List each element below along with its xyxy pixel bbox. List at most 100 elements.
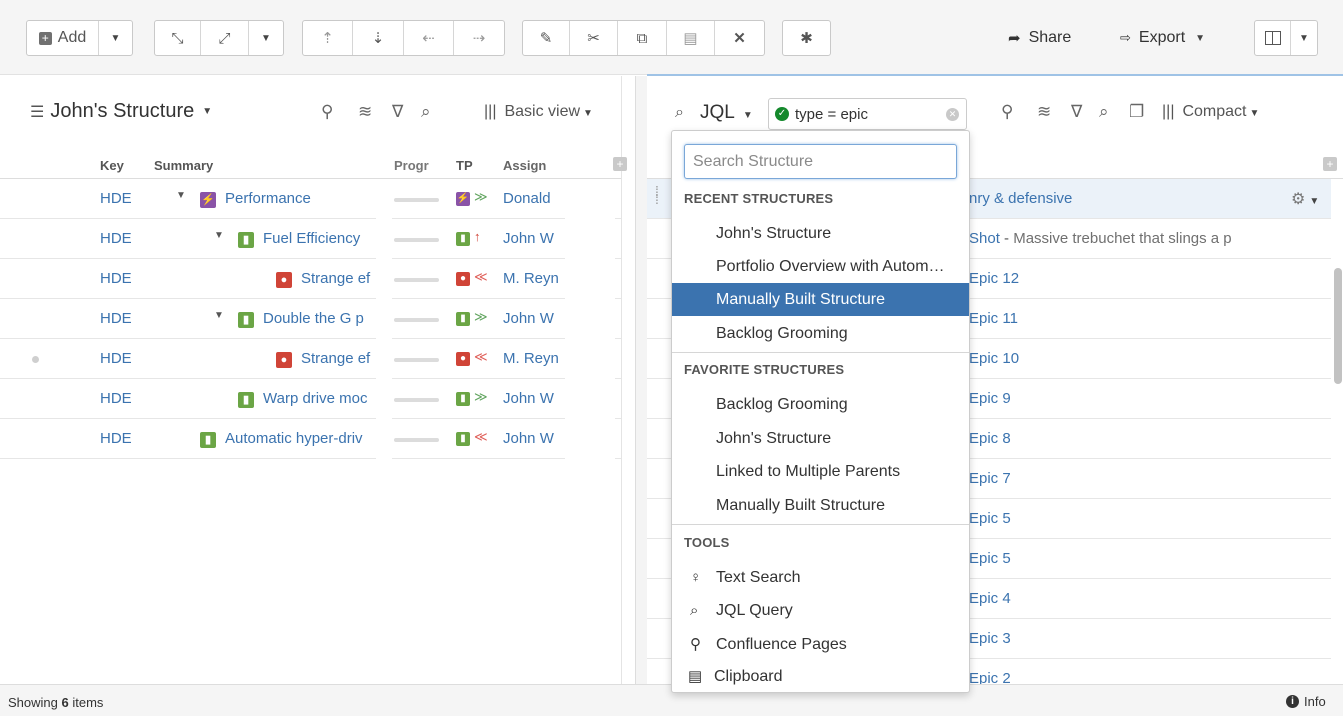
assignee[interactable]: John W — [503, 310, 565, 327]
drag-handle-icon[interactable]: ⁞ ⁞ — [655, 184, 659, 206]
item-title[interactable]: Epic 5 — [969, 550, 1011, 567]
left-view-selector[interactable]: ||| Basic view ▼ — [484, 103, 593, 121]
layers-icon[interactable]: ≋ — [1037, 102, 1051, 122]
issue-summary[interactable]: Strange ef — [301, 350, 370, 367]
jql-mode-selector[interactable]: JQL ▼ — [700, 102, 753, 124]
assignee[interactable]: Donald — [503, 190, 565, 207]
dropdown-item[interactable]: Linked to Multiple Parents — [672, 455, 969, 488]
window-icon[interactable]: ❐ — [1129, 102, 1144, 122]
item-title[interactable]: Epic 12 — [969, 270, 1019, 287]
table-row[interactable]: HDE ▮ Warp drive moc ▮ ≫ John W — [0, 379, 621, 419]
move-right-button[interactable]: ⇢ — [454, 21, 504, 55]
assignee[interactable]: M. Reyn — [503, 270, 565, 287]
dropdown-item[interactable]: Backlog Grooming — [672, 317, 969, 350]
pin-icon[interactable]: ⚲ — [1001, 102, 1013, 122]
tool-confluence-pages[interactable]: ⚲ Confluence Pages — [672, 628, 969, 661]
table-row[interactable]: HDE ● Strange ef ● ≪ M. Reyn — [0, 339, 621, 379]
share-button[interactable]: ➦ Share — [1008, 20, 1071, 56]
issue-key[interactable]: HDE — [100, 270, 132, 287]
add-column-icon[interactable]: + — [1323, 157, 1337, 171]
right-view-selector[interactable]: ||| Compact ▼ — [1162, 103, 1259, 121]
issue-key[interactable]: HDE — [100, 350, 132, 367]
layout-menu-button[interactable]: ▼ — [1291, 21, 1317, 55]
column-tp[interactable]: TP — [456, 158, 473, 173]
chevron-down-icon[interactable]: ▼ — [214, 230, 224, 241]
column-progress[interactable]: Progr — [394, 158, 429, 173]
gear-icon[interactable]: ⚙ ▼ — [1291, 189, 1319, 209]
item-title[interactable]: Epic 4 — [969, 590, 1011, 607]
issue-summary[interactable]: Fuel Efficiency — [263, 230, 360, 247]
layers-icon[interactable]: ≋ — [358, 102, 372, 122]
move-up-button[interactable]: ⇡ — [303, 21, 353, 55]
issue-summary[interactable]: Strange ef — [301, 270, 370, 287]
split-view-button[interactable] — [1255, 21, 1291, 55]
table-row[interactable]: HDE ▮ Automatic hyper-driv ▮ ≪ John W — [0, 419, 621, 459]
dropdown-item[interactable]: John's Structure — [672, 217, 969, 250]
issue-summary[interactable]: Double the G p — [263, 310, 364, 327]
item-title[interactable]: Epic 7 — [969, 470, 1011, 487]
tool-text-search[interactable]: ♀ Text Search — [672, 561, 969, 594]
table-row[interactable]: HDE ▼ ▮ Double the G p ▮ ≫ John W — [0, 299, 621, 339]
dropdown-item[interactable]: Portfolio Overview with Autom… — [672, 250, 969, 283]
item-title[interactable]: Epic 9 — [969, 390, 1011, 407]
expand-button[interactable]: ⤡ — [155, 21, 201, 55]
chevron-down-icon[interactable]: ▼ — [176, 190, 186, 201]
item-title[interactable]: Epic 8 — [969, 430, 1011, 447]
pin-icon[interactable]: ⚲ — [321, 102, 333, 122]
dropdown-item-selected[interactable]: Manually Built Structure — [672, 283, 969, 316]
collapse-button[interactable]: ⤢ — [201, 21, 249, 55]
right-scrollbar[interactable] — [1334, 268, 1342, 384]
jql-query-input[interactable]: ✓ type = epic ✕ — [768, 98, 967, 130]
item-title[interactable]: Epic 11 — [969, 310, 1018, 327]
copy-button[interactable]: ⧉ — [618, 21, 667, 55]
assignee[interactable]: John W — [503, 230, 565, 247]
column-key[interactable]: Key — [100, 158, 124, 173]
assignee[interactable]: M. Reyn — [503, 350, 565, 367]
item-title[interactable]: Epic 5 — [969, 510, 1011, 527]
table-row[interactable]: HDE ▼ ▮ Fuel Efficiency ▮ ↑ John W — [0, 219, 621, 259]
clear-icon[interactable]: ✕ — [946, 108, 959, 121]
dropdown-item[interactable]: Backlog Grooming — [672, 388, 969, 421]
paste-button[interactable]: ▤ — [667, 21, 715, 55]
assignee[interactable]: John W — [503, 390, 565, 407]
filter-icon[interactable]: ∇ — [1071, 102, 1082, 122]
issue-key[interactable]: HDE — [100, 390, 132, 407]
tool-clipboard[interactable]: ▤ Clipboard — [672, 660, 969, 692]
tool-jql-query[interactable]: ⌕ JQL Query — [672, 594, 969, 627]
issue-key[interactable]: HDE — [100, 310, 132, 327]
automation-button[interactable]: ✱ — [783, 21, 830, 55]
search-icon[interactable]: ⌕ — [1099, 102, 1109, 122]
table-row[interactable]: HDE ● Strange ef ● ≪ M. Reyn — [0, 259, 621, 299]
item-title[interactable]: nry & defensive — [969, 190, 1072, 207]
issue-key[interactable]: HDE — [100, 430, 132, 447]
search-icon[interactable]: ⌕ — [421, 102, 431, 122]
structure-search-input[interactable] — [684, 144, 957, 179]
add-menu-button[interactable]: ▼ — [99, 21, 132, 55]
item-title[interactable]: Epic 10 — [969, 350, 1019, 367]
dropdown-item[interactable]: Manually Built Structure — [672, 489, 969, 522]
move-down-button[interactable]: ⇣ — [353, 21, 404, 55]
panel-divider[interactable] — [636, 76, 647, 684]
add-column-icon[interactable]: + — [613, 157, 627, 171]
issue-key[interactable]: HDE — [100, 190, 132, 207]
move-left-button[interactable]: ⇠ — [404, 21, 454, 55]
dropdown-item[interactable]: John's Structure — [672, 422, 969, 455]
export-button[interactable]: ⇨ Export ▼ — [1120, 20, 1205, 56]
cut-button[interactable]: ✂ — [570, 21, 618, 55]
info-button[interactable]: i Info — [1286, 694, 1326, 709]
chevron-down-icon[interactable]: ▼ — [214, 310, 224, 321]
table-row[interactable]: HDE ▼ ⚡ Performance ⚡ ≫ Donald — [0, 179, 621, 219]
issue-summary[interactable]: Warp drive moc — [263, 390, 367, 407]
item-title[interactable]: Epic 3 — [969, 630, 1011, 647]
left-structure-selector[interactable]: ☰ John's Structure ▼ — [30, 100, 212, 123]
delete-button[interactable]: ✕ — [715, 21, 764, 55]
expand-menu-button[interactable]: ▼ — [249, 21, 283, 55]
edit-button[interactable]: ✎ — [523, 21, 570, 55]
column-summary[interactable]: Summary — [154, 158, 213, 173]
filter-icon[interactable]: ∇ — [392, 102, 403, 122]
issue-summary[interactable]: Performance — [225, 190, 311, 207]
issue-summary[interactable]: Automatic hyper-driv — [225, 430, 363, 447]
column-assignee[interactable]: Assign — [503, 158, 546, 173]
add-button[interactable]: + Add — [27, 21, 99, 55]
assignee[interactable]: John W — [503, 430, 565, 447]
